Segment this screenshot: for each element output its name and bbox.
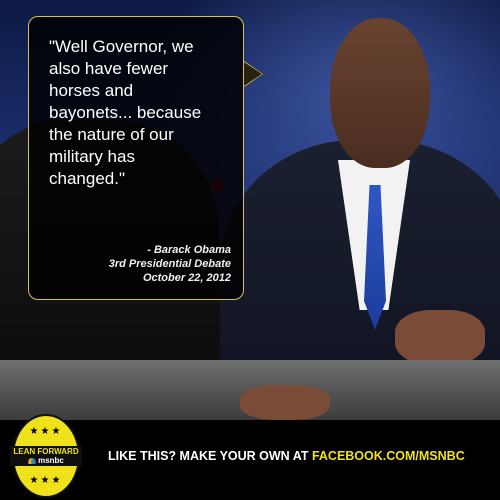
badge-brand-text: msnbc bbox=[38, 456, 64, 465]
badge-stars-top: ★★★ bbox=[29, 426, 63, 437]
quote-line: the nature of our bbox=[49, 125, 174, 144]
badge-stars-bottom: ★★★ bbox=[29, 475, 63, 486]
lean-forward-badge: ★★★ LEAN FORWARD msnbc ★★★ bbox=[10, 414, 82, 498]
quote-line: bayonets... because bbox=[49, 103, 202, 122]
opponent-hands bbox=[240, 385, 330, 420]
speech-bubble-tail bbox=[244, 62, 262, 86]
speaker-head bbox=[330, 18, 430, 168]
quote-line: also have fewer bbox=[49, 59, 169, 78]
badge-slogan: LEAN FORWARD bbox=[13, 447, 79, 456]
speaker-hand bbox=[395, 310, 485, 365]
facebook-msnbc-link[interactable]: FACEBOOK.COM/MSNBC bbox=[312, 449, 465, 463]
quote-attribution: - Barack Obama 3rd Presidential Debate O… bbox=[41, 243, 231, 285]
quote-speech-bubble: "Well Governor, we also have fewer horse… bbox=[28, 16, 244, 300]
quote-line: horses and bbox=[49, 81, 134, 100]
cta-prefix: LIKE THIS? MAKE YOUR OWN AT bbox=[108, 449, 312, 463]
badge-brand: msnbc bbox=[28, 456, 64, 465]
quote-line: changed." bbox=[49, 169, 125, 188]
quote-line: "Well Governor, we bbox=[49, 37, 194, 56]
attribution-speaker: - Barack Obama bbox=[147, 244, 231, 256]
meme-canvas: ★ ★ ★ "Well Governor, we also have fewer… bbox=[0, 0, 500, 500]
quote-line: military has bbox=[49, 147, 135, 166]
peacock-icon bbox=[28, 457, 37, 464]
attribution-date: October 22, 2012 bbox=[142, 272, 231, 284]
badge-ribbon: LEAN FORWARD msnbc bbox=[10, 446, 82, 466]
footer-cta: LIKE THIS? MAKE YOUR OWN AT FACEBOOK.COM… bbox=[108, 449, 465, 463]
quote-text: "Well Governor, we also have fewer horse… bbox=[49, 36, 229, 190]
attribution-event: 3rd Presidential Debate bbox=[108, 258, 231, 270]
